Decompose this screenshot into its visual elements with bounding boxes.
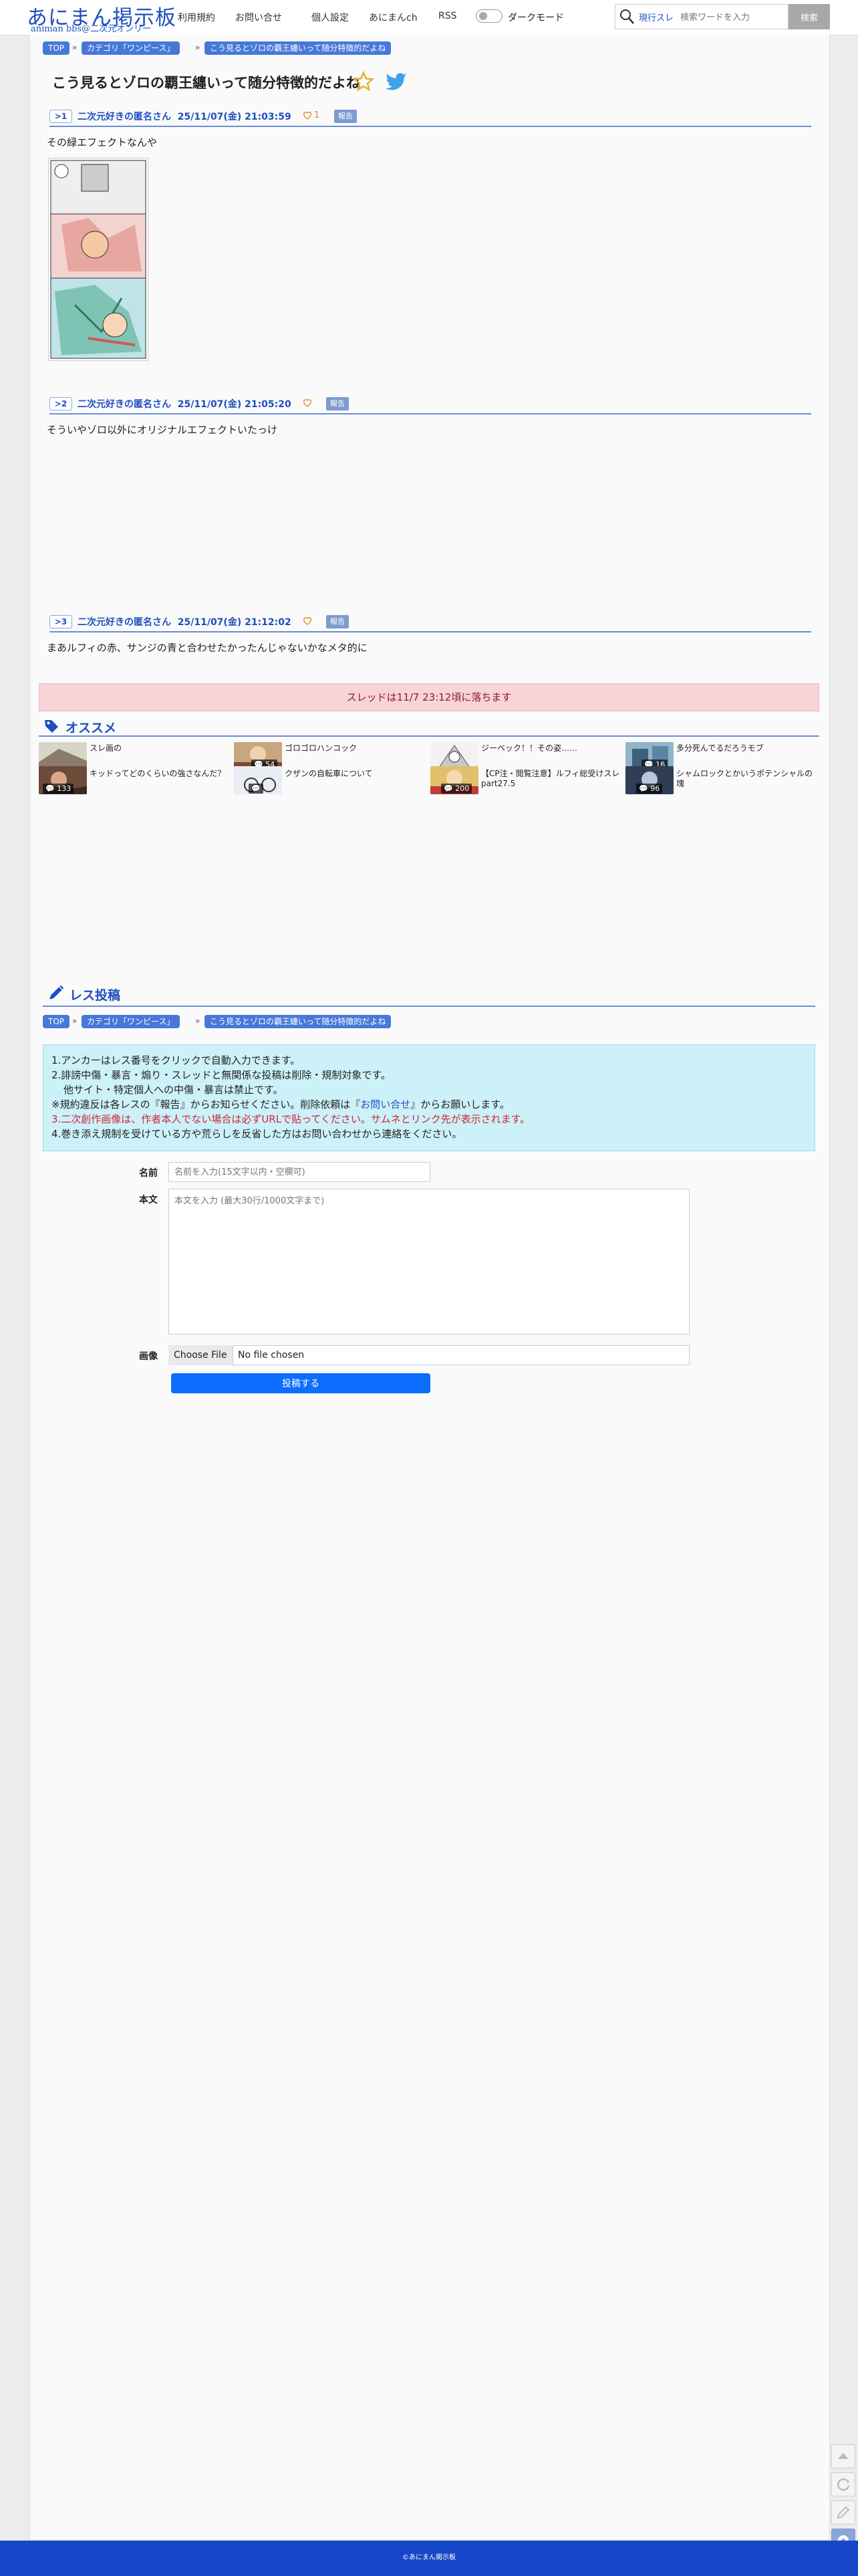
post-header-3: >3 二次元好きの匿名さん 25/11/07(金) 21:12:02 報告 <box>49 614 811 632</box>
thread-title: こう見るとゾロの覇王纏いって随分特徴的だよね <box>52 75 360 91</box>
search-icon <box>620 9 634 24</box>
reply-title: レス投稿 <box>69 988 121 1003</box>
report-button[interactable]: 報告 <box>326 397 349 411</box>
breadcrumb-top[interactable]: TOP <box>43 41 70 55</box>
recommend-item-title[interactable]: 【CP注・閲覧注意】ルフィ総受けスレpart27.5 <box>481 769 621 789</box>
favorite-star-icon[interactable] <box>353 71 374 92</box>
write-button[interactable] <box>831 2500 855 2525</box>
rule-4: 4.巻き添え規制を受けている方や荒らしを反省した方はお問い合わせから連絡をくださ… <box>51 1128 462 1140</box>
tag-icon <box>45 720 58 733</box>
image-label: 画像 <box>139 1351 158 1362</box>
breadcrumb-thread[interactable]: こう見るとゾロの覇王纏いって随分特徴的だよね <box>204 41 392 55</box>
recommend-count: 💬 133 <box>43 784 74 794</box>
post-author: 二次元好きの匿名さん 25/11/07(金) 21:03:59 <box>78 112 291 122</box>
report-button[interactable]: 報告 <box>334 110 357 123</box>
rule-report: ※規約違反は各レスの『報告』からお知らせください。削除依頼は『お問い合せ』からお… <box>51 1098 510 1110</box>
post-body-1: その緑エフェクトなんや <box>47 136 158 148</box>
body-textarea[interactable] <box>168 1189 690 1334</box>
post-number[interactable]: >2 <box>49 397 72 411</box>
recommend-item-title[interactable]: クザンの自転車について <box>285 769 425 779</box>
post-header-2: >2 二次元好きの匿名さん 25/11/07(金) 21:05:20 報告 <box>49 396 811 415</box>
recommend-item-title[interactable]: 多分死んでるだろうモブ <box>676 743 817 753</box>
post-image-thumbnail[interactable] <box>48 158 148 361</box>
section-rule <box>43 1006 815 1007</box>
thread-expiry-notice: スレッドは11/7 23:12頃に落ちます <box>39 683 819 711</box>
pencil-icon <box>49 985 64 1000</box>
recommend-item-title[interactable]: ゴロゴロハンコック <box>285 743 425 753</box>
breadcrumb-thread[interactable]: こう見るとゾロの覇王纏いって随分特徴的だよね <box>204 1015 392 1028</box>
reload-icon <box>837 2478 850 2491</box>
post-author: 二次元好きの匿名さん 25/11/07(金) 21:05:20 <box>78 399 291 410</box>
recommend-item-title[interactable]: スレ画の <box>90 743 230 753</box>
section-rule <box>39 735 819 737</box>
scroll-top-button[interactable] <box>831 2444 855 2468</box>
search-input[interactable] <box>679 8 789 27</box>
recommend-item-title[interactable]: ジーベック！！その姿…… <box>481 743 621 753</box>
toggle-knob <box>479 12 487 20</box>
copyright: ©あにまん掲示板 <box>402 2554 456 2561</box>
nav-animanch[interactable]: あにまんch <box>369 11 418 24</box>
choose-file-button[interactable]: Choose File <box>168 1345 233 1365</box>
contact-link[interactable]: お問い合せ <box>360 1098 410 1110</box>
nav-contact[interactable]: お問い合せ <box>235 11 282 24</box>
rule-2: 2.誹謗中傷・暴言・煽り・スレッドと無関係な投稿は削除・規制対象です。 <box>51 1069 391 1081</box>
search-scope[interactable]: 現行スレ <box>639 11 674 23</box>
file-status: No file chosen <box>238 1350 305 1361</box>
breadcrumb-sep: » <box>72 1016 78 1026</box>
recommend-count: 💬 96 <box>636 784 663 794</box>
recommend-item-title[interactable]: キッドってどのくらいの強さなんだ？ <box>90 769 230 779</box>
edit-icon <box>837 2506 850 2519</box>
breadcrumb-top[interactable]: TOP <box>43 1015 70 1028</box>
search-button[interactable]: 検索 <box>789 4 830 29</box>
body-label: 本文 <box>139 1195 158 1205</box>
post-number[interactable]: >3 <box>49 615 72 628</box>
breadcrumb-sep: » <box>72 43 78 52</box>
recommend-count: 💬 200 <box>441 784 472 794</box>
breadcrumb-category[interactable]: カテゴリ「ワンピース」 <box>82 41 180 55</box>
posting-rules: 1.アンカーはレス番号をクリックで自動入力できます。 2.誹謗中傷・暴言・煽り・… <box>43 1044 815 1151</box>
name-label: 名前 <box>139 1168 158 1179</box>
rule-3: 3.二次創作画像は、作者本人でない場合は必ずURLで貼ってください。サムネとリン… <box>51 1113 531 1125</box>
dark-mode-toggle[interactable] <box>476 9 503 23</box>
name-field[interactable] <box>168 1162 430 1182</box>
nav-settings[interactable]: 個人設定 <box>311 11 349 24</box>
nav-terms[interactable]: 利用規約 <box>178 11 215 24</box>
like-count: 1 <box>314 110 320 120</box>
report-button[interactable]: 報告 <box>326 615 349 628</box>
recommend-title: オススメ <box>65 721 117 735</box>
like-heart-icon[interactable] <box>302 110 313 120</box>
reload-button[interactable] <box>831 2472 855 2496</box>
like-heart-icon[interactable] <box>302 397 313 408</box>
breadcrumb-sep: » <box>195 1016 200 1026</box>
post-body-3: まあルフィの赤、サンジの青と合わせたかったんじゃないかなメタ的に <box>47 642 368 654</box>
twitter-share-icon[interactable] <box>385 72 408 92</box>
site-logo-subtitle: animan bbs@二次元オンリー <box>31 24 152 34</box>
post-author: 二次元好きの匿名さん 25/11/07(金) 21:12:02 <box>78 617 291 628</box>
submit-post-button[interactable]: 投稿する <box>171 1373 430 1393</box>
breadcrumb-category[interactable]: カテゴリ「ワンピース」 <box>82 1015 180 1028</box>
arrow-up-icon <box>838 2453 849 2459</box>
rule-2b: 他サイト・特定個人への中傷・暴言は禁止です。 <box>63 1084 283 1096</box>
dark-mode-label: ダークモード <box>508 13 564 23</box>
recommend-item-title[interactable]: シャムロックとかいうポテンシャルの塊 <box>676 769 817 789</box>
breadcrumb-sep: » <box>195 43 200 52</box>
post-number[interactable]: >1 <box>49 110 72 123</box>
post-body-2: そういやゾロ以外にオリジナルエフェクトいたっけ <box>47 424 278 436</box>
post-header-1: >1 二次元好きの匿名さん 25/11/07(金) 21:03:59 1 報告 <box>49 108 811 127</box>
recommend-count: 💬 <box>249 784 263 794</box>
rule-1: 1.アンカーはレス番号をクリックで自動入力できます。 <box>51 1054 301 1066</box>
nav-rss[interactable]: RSS <box>438 11 457 21</box>
like-heart-icon[interactable] <box>302 615 313 626</box>
